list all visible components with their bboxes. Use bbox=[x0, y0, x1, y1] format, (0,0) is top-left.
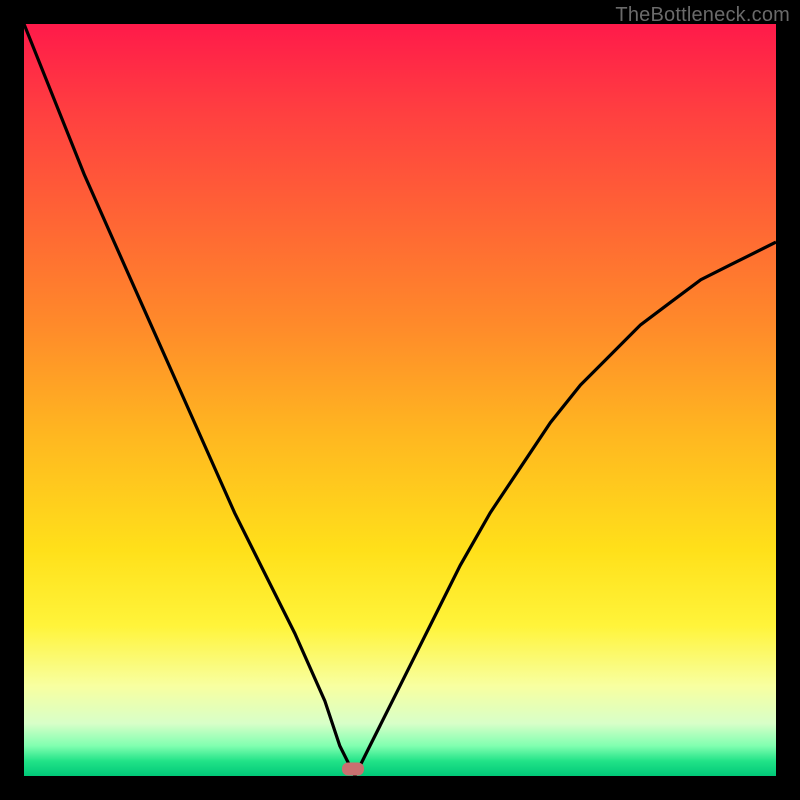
optimal-marker bbox=[342, 763, 364, 776]
chart-container: TheBottleneck.com bbox=[0, 0, 800, 800]
plot-area bbox=[24, 24, 776, 776]
bottleneck-curve bbox=[24, 24, 776, 776]
watermark-text: TheBottleneck.com bbox=[615, 4, 790, 27]
